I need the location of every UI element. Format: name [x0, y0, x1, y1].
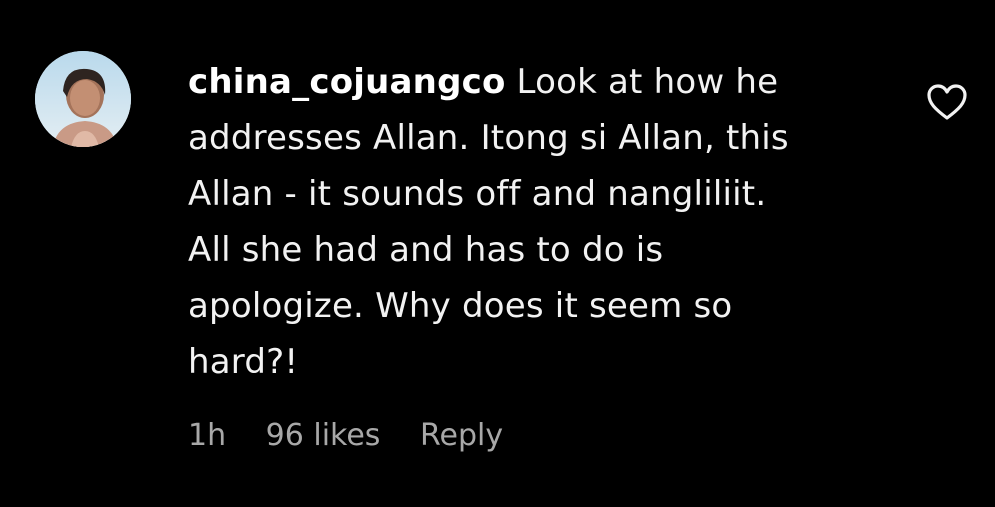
likes-count[interactable]: 96 likes: [266, 414, 381, 458]
comment-line-4: All she had and has to do is: [188, 230, 664, 270]
comment-line-3: Allan - it sounds off and nangliliit.: [188, 174, 767, 214]
comment-text: china_cojuangco Look at how he addresses…: [188, 54, 888, 390]
comment-text-segment: Look at how he: [505, 62, 779, 102]
comment-meta: 1h 96 likes Reply: [188, 414, 533, 458]
reply-button[interactable]: Reply: [420, 414, 503, 458]
avatar[interactable]: [35, 51, 131, 147]
comment-line-2: addresses Allan. Itong si Allan, this: [188, 118, 789, 158]
comment-time: 1h: [188, 418, 227, 453]
avatar-image: [35, 51, 131, 147]
comment-line-1: china_cojuangco Look at how he: [188, 54, 888, 110]
username-link[interactable]: china_cojuangco: [188, 62, 506, 102]
comment-line-6: hard?!: [188, 342, 299, 382]
like-button[interactable]: [925, 82, 969, 122]
comment: china_cojuangco Look at how he addresses…: [0, 0, 995, 507]
heart-outline-icon: [927, 84, 967, 120]
comment-line-5: apologize. Why does it seem so: [188, 286, 733, 326]
